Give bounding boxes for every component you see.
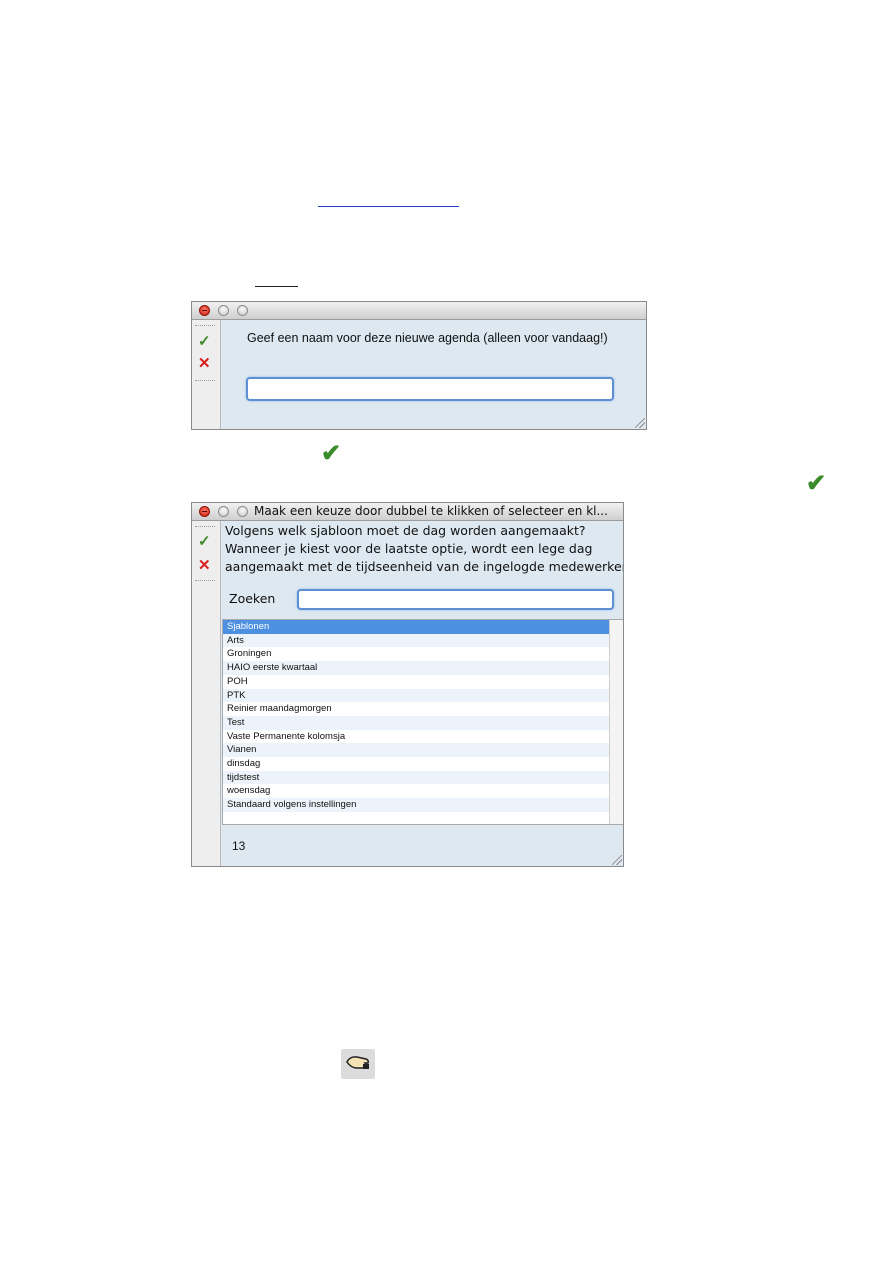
list-item[interactable]: tijdstest	[223, 770, 609, 785]
new-agenda-dialog: ✓ ✕ Geef een naam voor deze nieuwe agend…	[191, 301, 647, 430]
checkmark-icon: ✔	[321, 440, 342, 467]
search-label: Zoeken	[229, 591, 276, 606]
x-icon[interactable]: ✕	[198, 558, 211, 574]
titlebar: Maak een keuze door dubbel te klikken of…	[192, 503, 623, 521]
divider	[195, 380, 215, 381]
titlebar	[192, 302, 646, 320]
minimize-window-button[interactable]	[218, 506, 229, 517]
list-item[interactable]: HAIO eerste kwartaal	[223, 661, 609, 675]
close-window-button[interactable]	[199, 506, 210, 517]
resize-grip-icon[interactable]	[635, 418, 645, 428]
divider	[195, 325, 215, 326]
x-icon[interactable]: ✕	[198, 356, 211, 372]
list-item[interactable]: Standaard volgens instellingen	[223, 798, 609, 812]
list-item[interactable]: POH	[223, 675, 609, 689]
template-choice-dialog: Maak een keuze door dubbel te klikken of…	[191, 502, 624, 867]
minimize-window-button[interactable]	[218, 305, 229, 316]
list-item[interactable]: Vianen	[223, 743, 609, 757]
checkmark-icon[interactable]: ✓	[198, 534, 211, 550]
list-item[interactable]: Reinier maandagmorgen	[223, 702, 609, 716]
list-item[interactable]: dinsdag	[223, 757, 609, 771]
divider	[195, 580, 215, 581]
list-scrollbar[interactable]	[609, 620, 623, 824]
resize-grip-icon[interactable]	[612, 855, 622, 865]
document-link[interactable]	[318, 206, 459, 207]
list-item[interactable]: Test	[223, 715, 609, 730]
dialog-sidebar: ✓ ✕	[192, 320, 221, 429]
list-header-row[interactable]: Sjablonen	[223, 620, 609, 634]
list-item[interactable]: woensdag	[223, 784, 609, 798]
zoom-window-button[interactable]	[237, 506, 248, 517]
hand-pointer-icon	[341, 1049, 375, 1079]
zoom-window-button[interactable]	[237, 305, 248, 316]
dialog-prompt: Geef een naam voor deze nieuwe agenda (a…	[247, 331, 608, 345]
list-item[interactable]: Arts	[223, 633, 609, 648]
document-link-short[interactable]	[255, 286, 298, 287]
list-item[interactable]: Vaste Permanente kolomsja	[223, 730, 609, 744]
description-line-2: Wanneer je kiest voor de laatste optie, …	[225, 541, 593, 556]
description-line-1: Volgens welk sjabloon moet de dag worden…	[225, 523, 586, 538]
list-item[interactable]: Groningen	[223, 647, 609, 661]
item-count: 13	[232, 839, 246, 853]
checkmark-icon[interactable]: ✓	[198, 334, 211, 350]
close-window-button[interactable]	[199, 305, 210, 316]
dialog-sidebar: ✓ ✕	[192, 521, 221, 866]
checkmark-icon: ✔	[806, 470, 827, 497]
template-list[interactable]: Sjablonen Arts Groningen HAIO eerste kwarta…	[222, 619, 623, 825]
description-line-3: aangemaakt met de tijdseenheid van de in…	[225, 559, 624, 574]
window-title: Maak een keuze door dubbel te klikken of…	[254, 504, 608, 518]
divider	[195, 526, 215, 527]
list-item[interactable]: PTK	[223, 688, 609, 703]
agenda-name-input[interactable]	[246, 377, 614, 401]
search-input[interactable]	[297, 589, 614, 610]
